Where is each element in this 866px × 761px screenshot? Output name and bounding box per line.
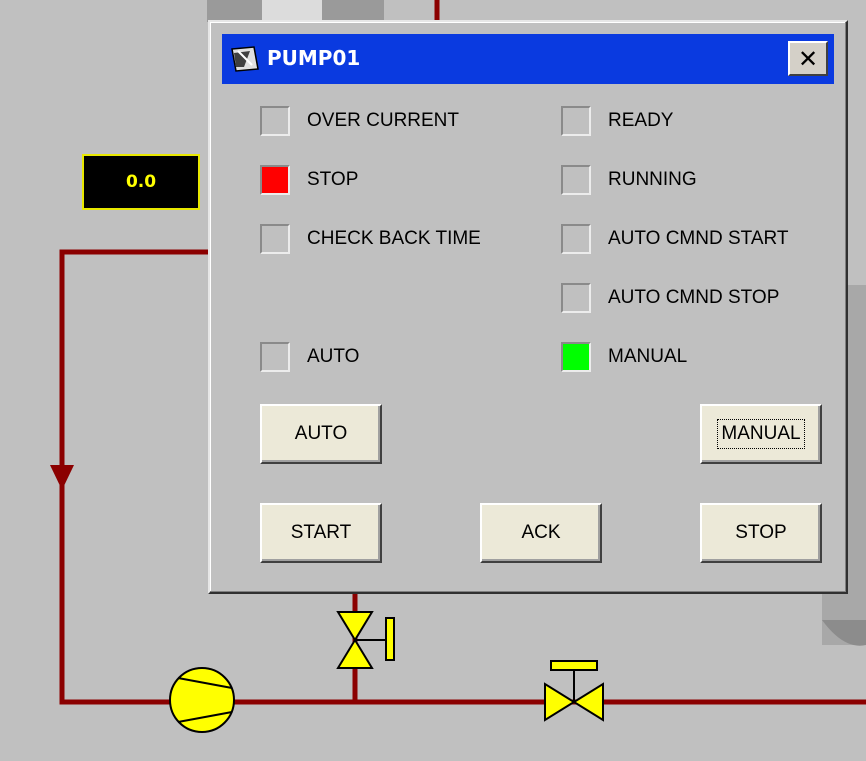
- manual-label: MANUAL: [608, 346, 688, 367]
- indicator-auto-cmnd-stop: AUTO CMND STOP: [561, 283, 779, 313]
- window-title: PUMP01: [267, 46, 361, 70]
- value-display: 0.0: [82, 154, 200, 210]
- check-back-time-label: CHECK BACK TIME: [307, 228, 481, 249]
- indicator-auto: AUTO: [260, 342, 359, 372]
- auto-cmnd-stop-lamp: [561, 283, 591, 313]
- manual-lamp: [561, 342, 591, 372]
- auto-lamp: [260, 342, 290, 372]
- auto-button-label: AUTO: [294, 423, 348, 444]
- indicator-running: RUNNING: [561, 165, 697, 195]
- stop-button[interactable]: STOP: [700, 503, 822, 563]
- ack-button[interactable]: ACK: [480, 503, 602, 563]
- value-display-text: 0.0: [125, 172, 157, 192]
- indicator-check-back-time: CHECK BACK TIME: [260, 224, 481, 254]
- manual-button[interactable]: MANUAL: [700, 404, 822, 464]
- stop-lamp: [260, 165, 290, 195]
- start-button-label: START: [290, 522, 352, 543]
- indicator-ready: READY: [561, 106, 673, 136]
- pump-faceplate-window: PUMP01 ✕ OVER CURRENT STOP CHECK BACK TI…: [208, 20, 848, 594]
- flow-arrow: [50, 465, 74, 490]
- stop-button-label: STOP: [735, 522, 787, 543]
- tank-top-highlight: [262, 0, 322, 22]
- pipe-left-loop: [59, 249, 208, 705]
- pump[interactable]: [169, 667, 235, 733]
- auto-cmnd-start-label: AUTO CMND START: [608, 228, 789, 249]
- stop-label: STOP: [307, 169, 359, 190]
- over-current-lamp: [260, 106, 290, 136]
- close-icon: ✕: [797, 44, 819, 73]
- close-button[interactable]: ✕: [788, 41, 828, 76]
- running-lamp: [561, 165, 591, 195]
- auto-cmnd-stop-label: AUTO CMND STOP: [608, 287, 780, 308]
- check-back-time-lamp: [260, 224, 290, 254]
- start-button[interactable]: START: [260, 503, 382, 563]
- auto-button[interactable]: AUTO: [260, 404, 382, 464]
- window-app-icon: [231, 46, 259, 72]
- indicator-manual: MANUAL: [561, 342, 687, 372]
- ready-lamp: [561, 106, 591, 136]
- ack-button-label: ACK: [521, 522, 561, 543]
- indicator-over-current: OVER CURRENT: [260, 106, 459, 136]
- over-current-label: OVER CURRENT: [307, 110, 460, 131]
- title-bar[interactable]: PUMP01 ✕: [222, 34, 834, 84]
- indicator-auto-cmnd-start: AUTO CMND START: [561, 224, 789, 254]
- running-label: RUNNING: [608, 169, 697, 190]
- indicator-stop: STOP: [260, 165, 358, 195]
- auto-cmnd-start-lamp: [561, 224, 591, 254]
- auto-label: AUTO: [307, 346, 360, 367]
- ready-label: READY: [608, 110, 674, 131]
- valve-vertical[interactable]: [336, 611, 395, 669]
- manual-button-label: MANUAL: [717, 419, 805, 449]
- valve-horizontal[interactable]: [544, 660, 604, 722]
